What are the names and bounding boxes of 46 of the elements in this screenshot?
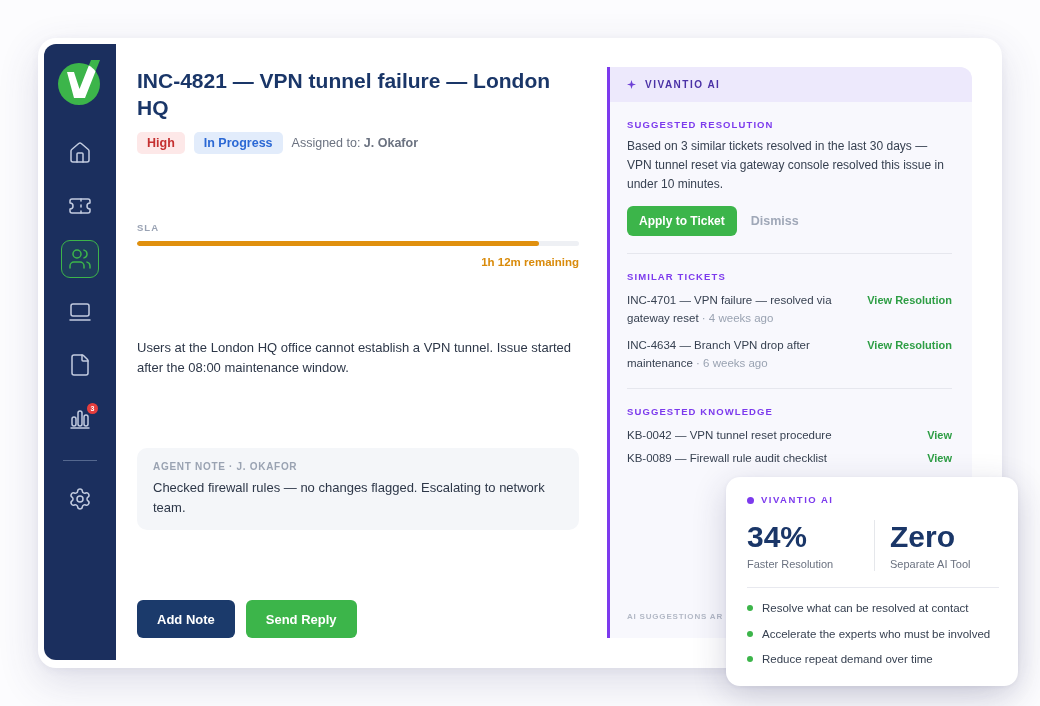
send-reply-button[interactable]: Send Reply xyxy=(245,600,357,638)
sparkle-icon xyxy=(627,80,636,89)
sla-remaining-text: 1h 12m remaining xyxy=(480,255,579,269)
bullet-icon xyxy=(747,630,753,637)
ticket-title: INC-4821 — VPN tunnel failure — London HQ xyxy=(137,68,552,121)
apply-button[interactable]: Apply to Ticket xyxy=(627,206,737,236)
dot-icon xyxy=(747,496,754,504)
view-resolution-link[interactable]: View Resolution xyxy=(867,291,952,309)
section-heading: SIMILAR TICKETS xyxy=(627,271,727,283)
ai-disclaimer-text: AI SUGGESTIONS AR xyxy=(627,612,724,622)
stat-label: Faster Resolution xyxy=(747,557,835,571)
view-resolution-link[interactable]: View Resolution xyxy=(867,336,952,354)
add-note-button[interactable]: Add Note xyxy=(137,600,235,638)
status-badge: In Progress xyxy=(193,132,283,154)
benefit-text: Accelerate the experts who must be involved xyxy=(762,626,991,642)
ai-panel-title: VIVANTIO AI xyxy=(645,79,721,90)
document-icon xyxy=(68,353,92,377)
dismiss-button[interactable]: Dismiss xyxy=(750,214,799,228)
ticket-description: Users at the London HQ office cannot establish a VPN tunnel. Issue started after the 08:00 maintenance window. xyxy=(137,339,573,377)
section-heading: SUGGESTED RESOLUTION xyxy=(627,119,775,131)
priority-badge: High xyxy=(137,132,185,154)
assignee-text: Assigned to: J. Okafor xyxy=(291,136,418,150)
users-icon xyxy=(68,247,92,271)
knowledge-article-text: KB-0042 — VPN tunnel reset procedure xyxy=(627,428,832,443)
laptop-icon xyxy=(68,300,92,324)
bullet-icon xyxy=(747,656,753,662)
note-text: Checked firewall rules — no changes flagged. Escalating to network team. xyxy=(153,479,546,517)
bullet-icon xyxy=(747,605,753,611)
resolution-text: Based on 3 similar tickets resolved in the last 30 days — VPN tunnel reset via gateway console resolved this issue in under 10 minutes. xyxy=(627,138,945,193)
stat-label: Separate AI Tool xyxy=(890,557,971,571)
section-heading: SUGGESTED KNOWLEDGE xyxy=(627,406,774,418)
home-icon xyxy=(68,141,92,165)
view-link[interactable]: View xyxy=(927,426,952,444)
sidebar-item[interactable] xyxy=(61,240,99,278)
card-title: VIVANTIO AI xyxy=(761,494,834,506)
benefit-text: Resolve what can be resolved at contact xyxy=(762,601,969,616)
similar-ticket-text: INC-4701 — VPN failure — resolved via gateway reset · 4 weeks ago xyxy=(627,293,833,326)
knowledge-article-text: KB-0089 — Firewall rule audit checklist xyxy=(627,451,828,466)
note-header: AGENT NOTE · J. OKAFOR xyxy=(153,460,299,474)
sla-label: SLA xyxy=(137,222,160,234)
settings-icon xyxy=(68,487,92,511)
stat-value: 34% xyxy=(747,520,809,554)
stat-value: Zero xyxy=(890,520,956,554)
benefit-text: Reduce repeat demand over time xyxy=(762,652,933,667)
view-link[interactable]: View xyxy=(927,449,952,467)
similar-ticket-text: INC-4634 — Branch VPN drop after maintenance · 6 weeks ago xyxy=(627,338,811,371)
